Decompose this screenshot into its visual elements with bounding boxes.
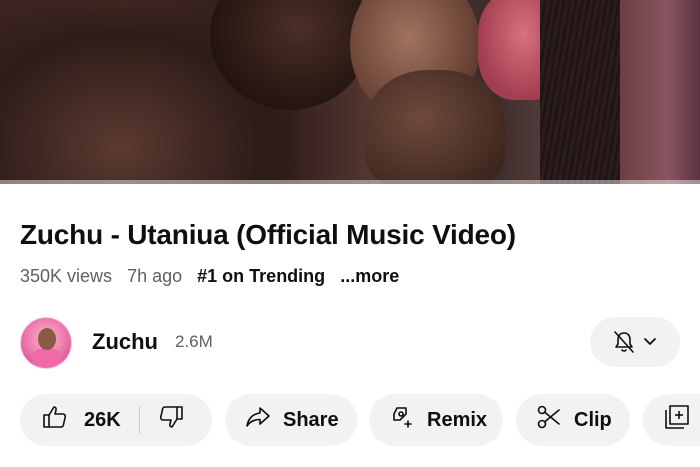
clip-label: Clip <box>574 408 612 431</box>
share-arrow-icon <box>245 406 271 434</box>
video-title: Zuchu - Utaniua (Official Music Video) <box>20 219 516 250</box>
thumbs-down-icon <box>158 404 184 436</box>
save-playlist-icon <box>665 405 689 435</box>
remix-icon <box>389 404 415 436</box>
clip-button[interactable]: Clip <box>516 394 630 446</box>
like-button[interactable]: 26K <box>20 404 121 436</box>
share-button[interactable]: Share <box>225 394 357 446</box>
like-dislike-group: 26K <box>20 394 212 446</box>
share-label: Share <box>283 408 339 431</box>
video-frame-detail <box>365 70 505 184</box>
channel-avatar[interactable] <box>20 317 72 369</box>
trending-badge[interactable]: #1 on Trending <box>197 266 325 286</box>
avatar-detail <box>38 328 56 350</box>
scissors-icon <box>536 404 562 436</box>
bell-off-icon <box>613 330 635 354</box>
video-frame-detail <box>620 0 700 184</box>
dislike-button[interactable] <box>158 404 184 436</box>
like-count: 26K <box>84 408 121 431</box>
view-count: 350K views <box>20 266 113 286</box>
subscriber-count: 2.6M <box>175 332 213 351</box>
video-progress-bar[interactable] <box>0 180 700 184</box>
chevron-down-icon <box>643 337 657 347</box>
avatar-detail <box>32 348 62 368</box>
remix-label: Remix <box>427 408 488 431</box>
save-button[interactable] <box>643 394 700 446</box>
channel-name[interactable]: Zuchu <box>92 328 158 356</box>
notification-button[interactable] <box>590 317 680 367</box>
video-meta[interactable]: 350K views 7h ago #1 on Trending ...more <box>20 264 399 288</box>
remix-button[interactable]: Remix <box>369 394 503 446</box>
show-more-link[interactable]: ...more <box>340 266 399 286</box>
upload-age: 7h ago <box>127 266 183 286</box>
thumbs-up-icon <box>42 404 68 436</box>
video-frame-detail <box>540 0 630 184</box>
video-player[interactable] <box>0 0 700 184</box>
like-divider <box>138 406 140 434</box>
